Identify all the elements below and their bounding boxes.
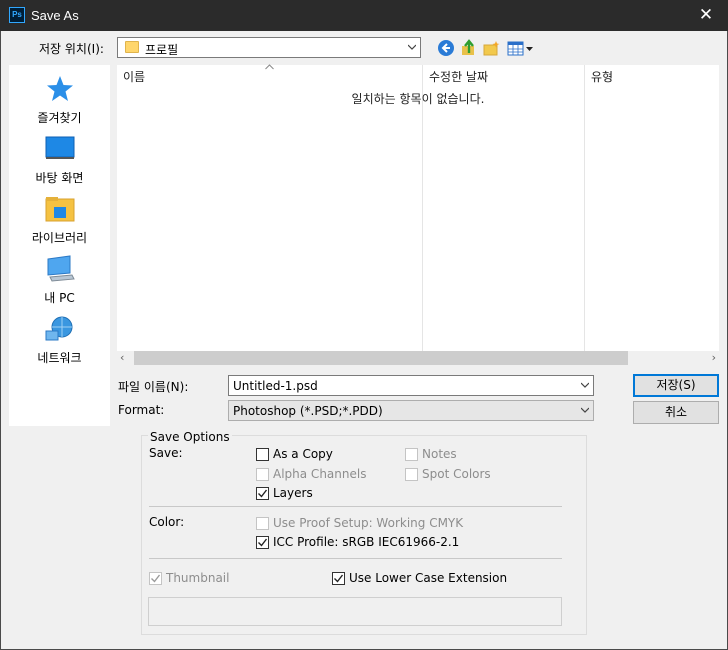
star-icon (46, 76, 73, 101)
save-button[interactable]: 저장(S) (633, 374, 719, 397)
chevron-down-icon (581, 407, 589, 413)
location-label: 저장 위치(I): (39, 42, 104, 56)
place-this-pc[interactable]: 내 PC (9, 253, 110, 306)
location-combobox[interactable]: 프로필 (117, 37, 421, 58)
place-libraries-label: 라이브러리 (31, 231, 88, 245)
filename-value: Untitled-1.psd (233, 379, 318, 393)
place-desktop-label: 바탕 화면 (35, 171, 84, 185)
back-icon[interactable] (437, 39, 455, 57)
format-select[interactable]: Photoshop (*.PSD;*.PDD) (228, 400, 594, 421)
scrollbar-thumb[interactable] (134, 351, 628, 365)
place-desktop[interactable]: 바탕 화면 (9, 133, 110, 186)
place-network[interactable]: 네트워크 (9, 313, 110, 366)
annotation-panel (148, 597, 562, 626)
checkmark-icon (258, 489, 268, 498)
horizontal-scrollbar[interactable]: ‹ › (117, 351, 719, 367)
empty-list-message: 일치하는 항목이 없습니다. (351, 92, 485, 106)
divider (149, 506, 562, 507)
format-value: Photoshop (*.PSD;*.PDD) (233, 404, 383, 418)
column-header-name[interactable]: 이름 (123, 68, 145, 85)
new-folder-icon[interactable] (483, 39, 501, 57)
desktop-icon (45, 136, 74, 159)
view-menu-icon[interactable] (507, 39, 535, 57)
library-icon (45, 197, 74, 222)
column-separator[interactable] (422, 65, 423, 351)
window-title: Save As (31, 8, 79, 23)
places-bar: 즐겨찾기 바탕 화면 라이브러리 내 PC 네트워크 (9, 65, 110, 426)
place-this-pc-label: 내 PC (44, 291, 75, 305)
checkmark-icon (151, 574, 161, 583)
scroll-right-icon[interactable]: › (706, 352, 716, 363)
checkmark-icon (258, 538, 268, 547)
column-separator[interactable] (584, 65, 585, 351)
divider (149, 558, 562, 559)
file-list[interactable]: 이름 수정한 날짜 유형 일치하는 항목이 없습니다. ‹ › (117, 64, 719, 367)
pc-icon (47, 255, 75, 282)
close-icon[interactable]: ✕ (684, 0, 728, 31)
sort-ascending-icon (265, 64, 274, 70)
cancel-button[interactable]: 취소 (633, 401, 719, 424)
place-network-label: 네트워크 (37, 351, 82, 365)
chevron-down-icon (408, 44, 416, 50)
photoshop-app-icon: Ps (9, 7, 25, 23)
location-value: 프로필 (145, 43, 179, 57)
place-favorites[interactable]: 즐겨찾기 (9, 73, 110, 126)
filename-label: 파일 이름(N): (118, 380, 189, 394)
scroll-left-icon[interactable]: ‹ (120, 352, 130, 363)
save-section-label: Save: (149, 446, 183, 460)
column-header-type[interactable]: 유형 (591, 68, 613, 85)
title-bar: Ps Save As ✕ (0, 0, 728, 31)
window-border-left (0, 31, 1, 650)
checkmark-icon (334, 574, 344, 583)
filename-input[interactable]: Untitled-1.psd (228, 375, 594, 396)
column-header-date[interactable]: 수정한 날짜 (429, 68, 488, 85)
color-section-label: Color: (149, 515, 185, 529)
folder-icon (125, 41, 139, 53)
format-label: Format: (118, 403, 165, 417)
save-options-title: Save Options (148, 430, 232, 444)
network-icon (45, 316, 72, 341)
up-folder-icon[interactable] (460, 39, 478, 57)
chevron-down-icon[interactable] (581, 381, 589, 389)
place-libraries[interactable]: 라이브러리 (9, 193, 110, 246)
place-favorites-label: 즐겨찾기 (37, 111, 82, 125)
